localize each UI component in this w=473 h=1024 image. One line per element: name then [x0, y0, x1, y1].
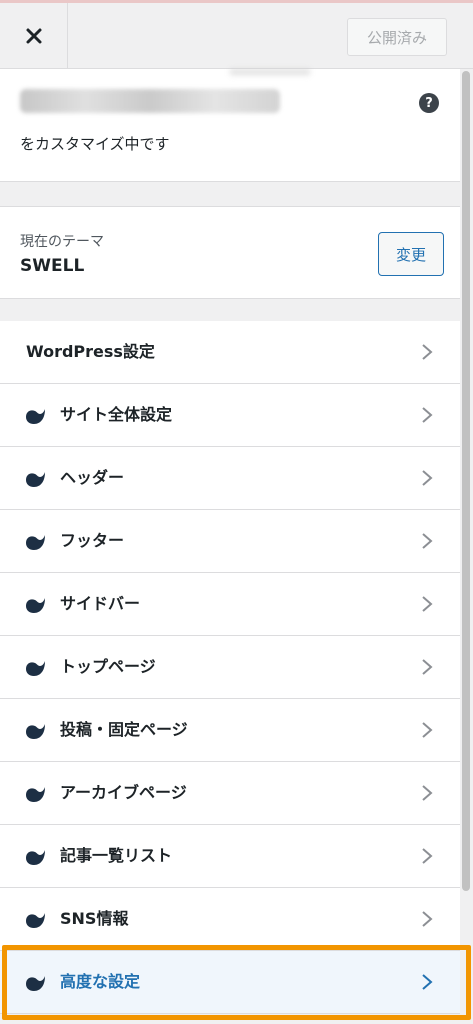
swell-logo-icon — [24, 658, 46, 678]
blurred-edge — [230, 69, 310, 75]
help-icon[interactable]: ? — [419, 93, 439, 113]
chevron-right-icon — [420, 847, 434, 865]
panel-item[interactable]: 高度な設定 — [0, 951, 460, 1014]
swell-logo-icon — [24, 910, 46, 930]
chevron-right-icon — [420, 595, 434, 613]
close-icon — [26, 28, 41, 43]
customizing-text: をカスタマイズ中です — [20, 135, 170, 153]
panel-item-label: 投稿・固定ページ — [60, 720, 188, 739]
theme-name: SWELL — [20, 256, 85, 276]
customizer-header: 公開済み — [0, 0, 473, 69]
panel-item-label: 記事一覧リスト — [60, 846, 173, 865]
chevron-right-icon — [420, 658, 434, 676]
chevron-right-icon — [420, 406, 434, 424]
current-theme-section: 現在のテーマ SWELL 変更 — [0, 206, 460, 299]
swell-logo-icon — [24, 784, 46, 804]
swell-logo-icon — [24, 469, 46, 489]
chevron-right-icon — [420, 910, 434, 928]
customize-info: をカスタマイズ中です ? — [0, 69, 460, 182]
scrollbar-thumb[interactable] — [462, 71, 470, 891]
panel-item-label: サイドバー — [60, 594, 141, 613]
change-theme-button[interactable]: 変更 — [378, 232, 444, 276]
chevron-right-icon — [420, 469, 434, 487]
chevron-right-icon — [420, 343, 434, 361]
panel-item-label: サイト全体設定 — [60, 405, 173, 424]
panel-item[interactable]: アーカイブページ — [0, 762, 460, 825]
panel-item[interactable]: WordPress設定 — [0, 321, 460, 384]
swell-logo-icon — [24, 721, 46, 741]
swell-logo-icon — [24, 847, 46, 867]
chevron-right-icon — [420, 784, 434, 802]
panel-item[interactable]: フッター — [0, 510, 460, 573]
panel-item[interactable]: 記事一覧リスト — [0, 825, 460, 888]
publish-button[interactable]: 公開済み — [347, 18, 447, 56]
scrollbar[interactable] — [460, 69, 473, 1024]
panel-item-label: SNS情報 — [60, 909, 129, 928]
swell-logo-icon — [24, 595, 46, 615]
chevron-right-icon — [420, 532, 434, 550]
panel-item[interactable]: サイト全体設定 — [0, 384, 460, 447]
site-title-blurred — [20, 89, 280, 113]
panel-item-label: WordPress設定 — [26, 342, 155, 361]
swell-logo-icon — [24, 532, 46, 552]
panel-item[interactable]: トップページ — [0, 636, 460, 699]
panel-item-label: トップページ — [60, 657, 156, 676]
section-gap — [0, 182, 460, 206]
close-button[interactable] — [0, 3, 68, 68]
panel-item-label: フッター — [60, 531, 125, 550]
panel-item[interactable]: SNS情報 — [0, 888, 460, 951]
panel-item[interactable]: ヘッダー — [0, 447, 460, 510]
panel-item-label: ヘッダー — [60, 468, 125, 487]
swell-logo-icon — [24, 406, 46, 426]
panel-item-label: アーカイブページ — [60, 783, 187, 802]
current-theme-label: 現在のテーマ — [20, 234, 104, 250]
admin-bar-edge — [0, 0, 473, 3]
panel-item[interactable]: サイドバー — [0, 573, 460, 636]
chevron-right-icon — [420, 721, 434, 739]
panel-item[interactable]: 投稿・固定ページ — [0, 699, 460, 762]
chevron-right-icon — [420, 973, 434, 991]
panel-item-label: 高度な設定 — [60, 972, 141, 991]
section-gap — [0, 299, 460, 321]
swell-logo-icon — [24, 973, 46, 993]
